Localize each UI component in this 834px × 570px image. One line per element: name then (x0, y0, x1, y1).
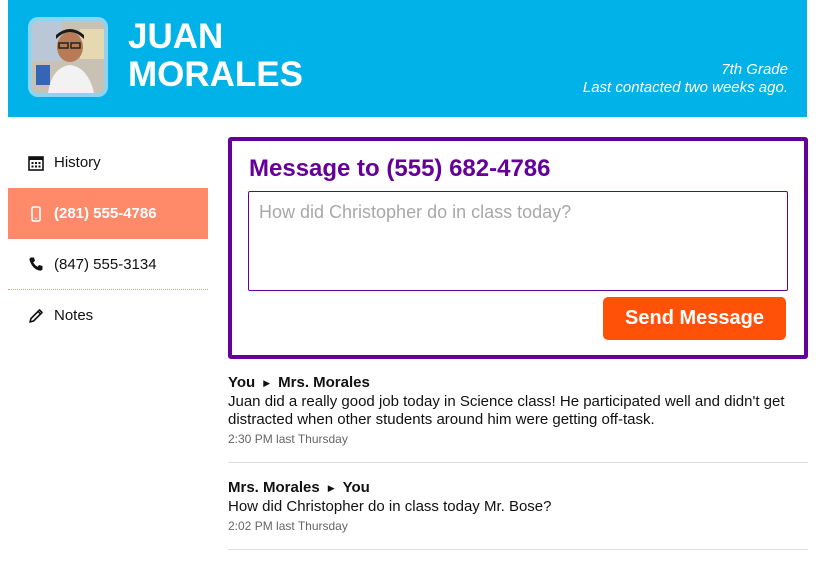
sidebar-item-label: (281) 555-4786 (54, 205, 157, 222)
calendar-icon (27, 154, 45, 172)
pencil-icon (27, 307, 45, 325)
sidebar-item-history[interactable]: History (8, 137, 208, 188)
message-history: You ▶ Mrs. Morales Juan did a really goo… (228, 374, 808, 550)
contact-first-name: JUAN (128, 17, 224, 56)
compose-title: Message to (555) 682-4786 (249, 155, 551, 182)
compose-panel: Message to (555) 682-4786 Send Message (228, 137, 808, 359)
sidebar: History (281) 555-4786 (847) 555-3134 No… (8, 137, 208, 341)
sidebar-item-phone-number[interactable]: (847) 555-3134 (8, 239, 208, 290)
message-sender: You (228, 374, 256, 391)
grade-label: 7th Grade (721, 61, 788, 78)
avatar-photo (32, 21, 104, 93)
message-body: Juan did a really good job today in Scie… (228, 393, 785, 428)
message-item: Mrs. Morales ▶ You How did Christopher d… (228, 479, 808, 550)
mobile-phone-icon (27, 205, 45, 223)
sidebar-item-label: Notes (54, 307, 94, 324)
contact-meta: 7th Grade Last contacted two weeks ago. (583, 61, 788, 97)
message-header: Mrs. Morales ▶ You (228, 479, 808, 497)
sidebar-item-mobile-number[interactable]: (281) 555-4786 (8, 188, 208, 239)
message-body: How did Christopher do in class today Mr… (228, 498, 552, 515)
message-recipient: Mrs. Morales (278, 374, 370, 391)
message-header: You ▶ Mrs. Morales (228, 374, 808, 392)
sidebar-item-label: (847) 555-3134 (54, 255, 157, 273)
message-sender: Mrs. Morales (228, 479, 320, 496)
phone-icon (27, 255, 45, 273)
avatar (28, 17, 108, 97)
arrow-right-icon: ▶ (263, 378, 271, 388)
message-item: You ▶ Mrs. Morales Juan did a really goo… (228, 374, 808, 463)
message-timestamp: 2:02 PM last Thursday (228, 519, 348, 533)
last-contacted-label: Last contacted two weeks ago. (582, 79, 788, 96)
contact-name: JUAN MORALES (128, 18, 388, 94)
sidebar-item-notes[interactable]: Notes (8, 290, 208, 341)
contact-header: JUAN MORALES 7th Grade Last contacted tw… (8, 0, 807, 117)
send-message-button[interactable]: Send Message (603, 297, 786, 340)
message-input[interactable] (248, 191, 788, 291)
contact-last-name: MORALES (128, 55, 303, 94)
message-recipient: You (342, 479, 370, 496)
message-timestamp: 2:30 PM last Thursday (228, 432, 348, 446)
sidebar-item-label: History (54, 154, 101, 171)
arrow-right-icon: ▶ (327, 483, 335, 493)
